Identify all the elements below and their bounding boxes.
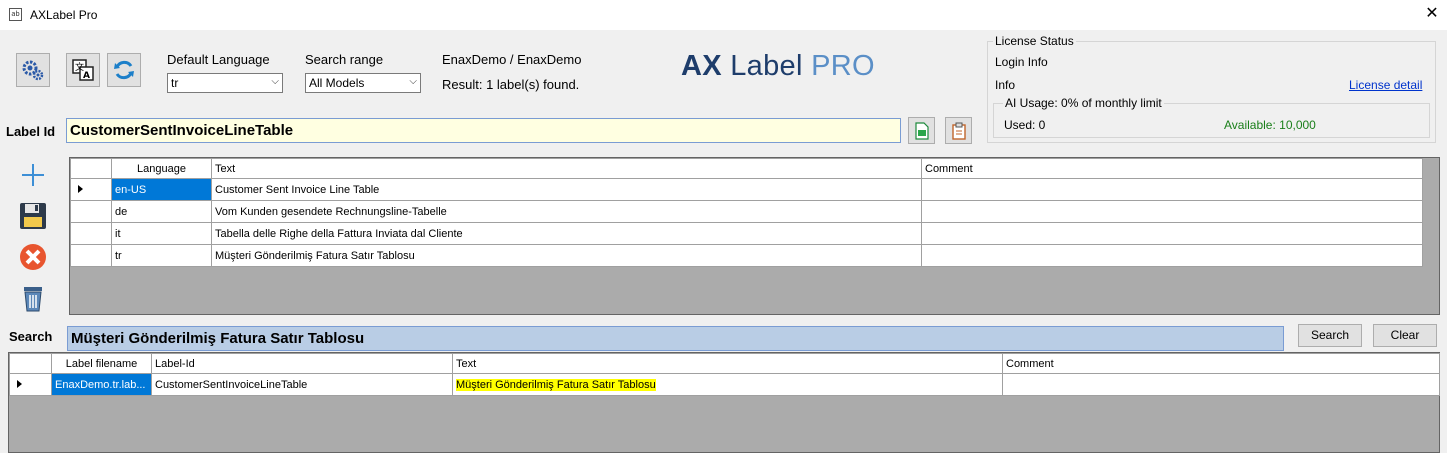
- column-header-comment[interactable]: Comment: [1002, 353, 1440, 374]
- refresh-icon: [114, 60, 134, 80]
- delete-button[interactable]: [16, 240, 49, 273]
- search-button[interactable]: Search: [1298, 324, 1362, 347]
- label-id-input[interactable]: CustomerSentInvoiceLineTable: [66, 118, 901, 143]
- license-detail-link[interactable]: License detail: [1349, 78, 1422, 92]
- language-cell[interactable]: de: [111, 200, 212, 223]
- column-header-language[interactable]: Language: [111, 158, 212, 179]
- add-button[interactable]: [16, 158, 49, 191]
- language-cell[interactable]: tr: [111, 244, 212, 267]
- label-table-header: Language Text Comment: [70, 158, 1423, 179]
- column-header-label-id[interactable]: Label-Id: [151, 353, 453, 374]
- result-text: Result: 1 label(s) found.: [442, 77, 580, 92]
- clear-button[interactable]: Clear: [1373, 324, 1437, 347]
- row-header-corner: [9, 353, 52, 374]
- text-cell[interactable]: Tabella delle Righe della Fattura Inviat…: [211, 222, 922, 245]
- comment-cell[interactable]: [921, 178, 1423, 201]
- label-table: Language Text Comment en-US Customer Sen…: [70, 158, 1423, 267]
- plus-icon: [21, 163, 44, 186]
- comment-cell[interactable]: [1002, 373, 1440, 396]
- label-filename-cell[interactable]: EnaxDemo.tr.lab...: [51, 373, 152, 396]
- language-cell[interactable]: en-US: [111, 178, 212, 201]
- floppy-disk-icon: [19, 202, 46, 229]
- window-title: AXLabel Pro: [30, 8, 98, 22]
- row-header-corner: [70, 158, 112, 179]
- search-input[interactable]: Müşteri Gönderilmiş Fatura Satır Tablosu: [67, 326, 1284, 351]
- ai-usage-legend: AI Usage: 0% of monthly limit: [1003, 96, 1164, 110]
- search-range-value: All Models: [309, 76, 365, 90]
- result-table-header: Label filename Label-Id Text Comment: [9, 353, 1440, 374]
- comment-cell[interactable]: [921, 244, 1423, 267]
- gear-icon: [22, 60, 44, 81]
- label-grid: Language Text Comment en-US Customer Sen…: [69, 157, 1440, 315]
- default-language-select[interactable]: tr ⌵: [167, 73, 283, 93]
- document-copy-icon: [914, 121, 929, 140]
- logo-ax: AX: [681, 50, 722, 82]
- login-info-text: Login Info: [995, 55, 1048, 69]
- close-icon[interactable]: ✕: [1422, 4, 1442, 24]
- svg-text:A: A: [83, 71, 90, 81]
- table-row[interactable]: EnaxDemo.tr.lab... CustomerSentInvoiceLi…: [9, 373, 1440, 396]
- table-row[interactable]: tr Müşteri Gönderilmiş Fatura Satır Tabl…: [70, 244, 1423, 267]
- default-language-value: tr: [171, 76, 179, 90]
- license-status-legend: License Status: [993, 34, 1076, 48]
- clipboard-icon: [951, 122, 966, 140]
- logo-label: Label: [730, 50, 803, 82]
- comment-cell[interactable]: [921, 200, 1423, 223]
- row-selector[interactable]: [70, 244, 112, 267]
- cancel-icon: [19, 243, 46, 270]
- label-id-label: Label Id: [6, 124, 56, 139]
- comment-cell[interactable]: [921, 222, 1423, 245]
- row-selector[interactable]: [70, 222, 112, 245]
- text-cell[interactable]: Vom Kunden gesendete Rechnungsline-Tabel…: [211, 200, 922, 223]
- table-row[interactable]: de Vom Kunden gesendete Rechnungsline-Ta…: [70, 200, 1423, 223]
- text-cell[interactable]: Müşteri Gönderilmiş Fatura Satır Tablosu: [211, 244, 922, 267]
- trash-button[interactable]: [16, 281, 49, 314]
- paste-label-button[interactable]: [945, 117, 972, 144]
- column-header-text[interactable]: Text: [211, 158, 922, 179]
- search-label: Search: [9, 329, 53, 344]
- app-icon: ab: [9, 8, 22, 21]
- table-row[interactable]: en-US Customer Sent Invoice Line Table: [70, 178, 1423, 201]
- row-selector[interactable]: [70, 178, 112, 201]
- highlighted-match: Müşteri Gönderilmiş Fatura Satır Tablosu: [456, 378, 656, 391]
- search-result-grid: Label filename Label-Id Text Comment Ena…: [8, 352, 1440, 453]
- translate-icon: 文 A: [72, 59, 94, 81]
- language-cell[interactable]: it: [111, 222, 212, 245]
- trash-icon: [23, 286, 42, 311]
- text-cell[interactable]: Customer Sent Invoice Line Table: [211, 178, 922, 201]
- search-range-label: Search range: [305, 52, 384, 67]
- ai-used-text: Used: 0: [1004, 118, 1046, 132]
- label-id-cell[interactable]: CustomerSentInvoiceLineTable: [151, 373, 453, 396]
- ai-available-text: Available: 10,000: [1224, 118, 1316, 132]
- refresh-button[interactable]: [107, 53, 141, 87]
- chevron-down-icon: ⌵: [271, 76, 279, 87]
- save-button[interactable]: [16, 199, 49, 232]
- result-table: Label filename Label-Id Text Comment Ena…: [9, 353, 1440, 396]
- row-selector[interactable]: [70, 200, 112, 223]
- copy-label-button[interactable]: [908, 117, 935, 144]
- column-header-comment[interactable]: Comment: [921, 158, 1423, 179]
- table-row[interactable]: it Tabella delle Righe della Fattura Inv…: [70, 222, 1423, 245]
- default-language-label: Default Language: [167, 52, 270, 67]
- row-selector[interactable]: [9, 373, 52, 396]
- logo-pro: PRO: [811, 50, 875, 82]
- current-row-icon: [78, 184, 83, 193]
- model-text: EnaxDemo / EnaxDemo: [442, 52, 582, 67]
- title-bar: [0, 0, 1447, 30]
- info-text: Info: [995, 78, 1016, 92]
- column-header-label-filename[interactable]: Label filename: [51, 353, 152, 374]
- column-header-text[interactable]: Text: [452, 353, 1003, 374]
- app-logo: AX Label PRO: [681, 50, 875, 83]
- current-row-icon: [17, 379, 22, 388]
- text-cell[interactable]: Müşteri Gönderilmiş Fatura Satır Tablosu: [452, 373, 1003, 396]
- translate-button[interactable]: 文 A: [66, 53, 100, 87]
- settings-button[interactable]: [16, 53, 50, 87]
- search-range-select[interactable]: All Models ⌵: [305, 73, 421, 93]
- chevron-down-icon: ⌵: [409, 76, 417, 87]
